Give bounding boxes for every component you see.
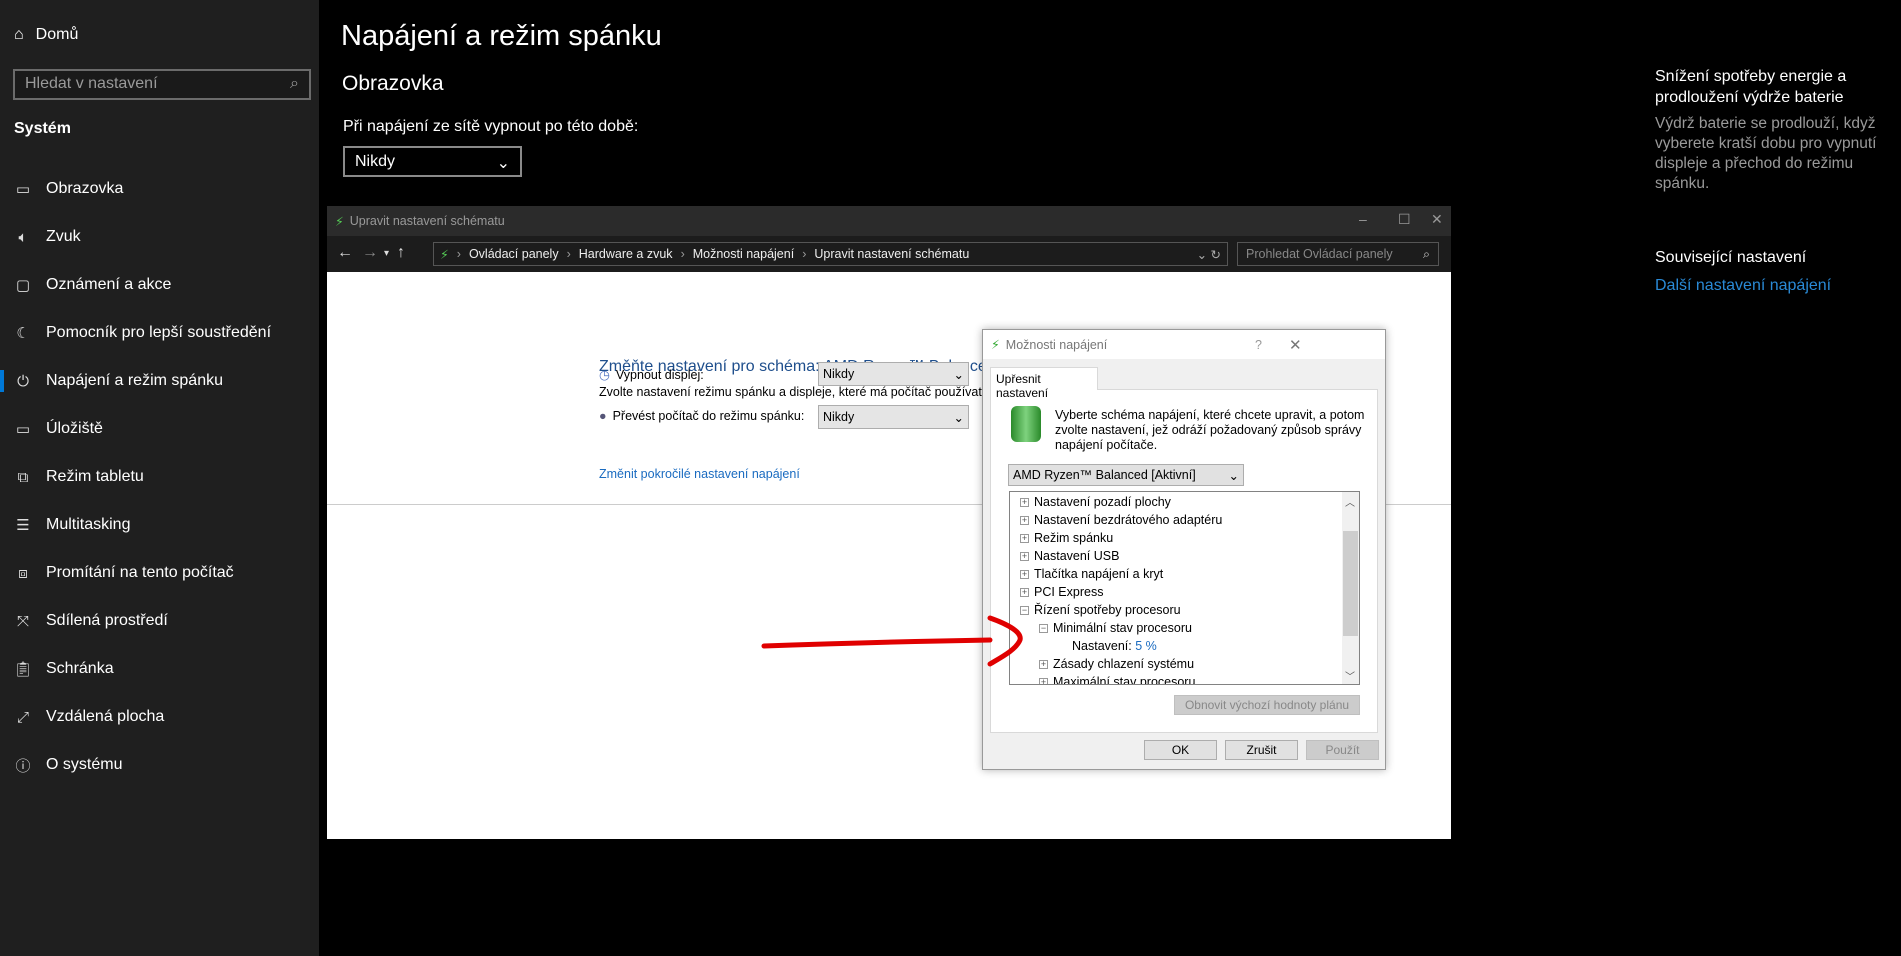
tab-advanced-settings[interactable]: Upřesnit nastavení [990, 367, 1098, 400]
red-arrow-annotation [761, 615, 1023, 667]
